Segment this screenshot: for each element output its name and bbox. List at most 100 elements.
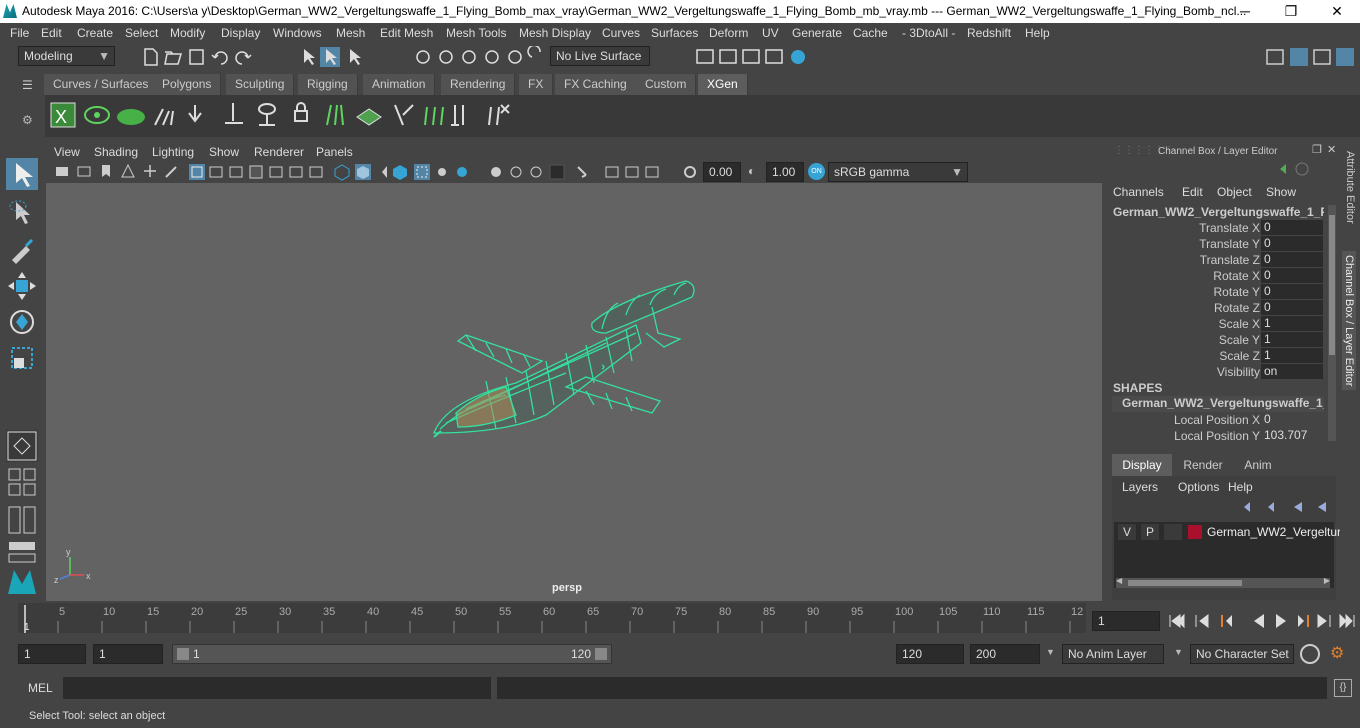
channel-visibility[interactable]: Visibility on (1106, 364, 1326, 380)
color-management-toggle-icon[interactable]: ON (808, 163, 825, 180)
channel-value[interactable]: 0 (1261, 300, 1323, 315)
script-editor-icon[interactable]: {} (1334, 679, 1352, 697)
character-set-dropdown[interactable]: No Character Set (1190, 644, 1294, 664)
minimize-button[interactable]: ─ (1222, 0, 1268, 23)
menu-create[interactable]: Create (77, 26, 113, 40)
chevron-down-icon[interactable]: ▼ (1174, 647, 1183, 657)
menu-windows[interactable]: Windows (273, 26, 322, 40)
gamma-icon[interactable]: ◐ (748, 164, 755, 178)
menu-uv[interactable]: UV (762, 26, 779, 40)
layer-menu-layers[interactable]: Layers (1122, 480, 1158, 494)
panel-menu-shading[interactable]: Shading (94, 145, 138, 159)
menu-select[interactable]: Select (125, 26, 158, 40)
playback-range-bar[interactable]: 1 120 (172, 644, 612, 664)
tab-fx[interactable]: FX (519, 74, 554, 95)
panel-menu-panels[interactable]: Panels (316, 145, 353, 159)
move-tool[interactable] (6, 270, 38, 302)
channel-value[interactable]: 1 (1261, 332, 1323, 347)
exposure-field[interactable]: 0.00 (703, 162, 741, 182)
menu-3dtoall[interactable]: - 3DtoAll - (902, 26, 955, 40)
tab-xgen[interactable]: XGen (698, 74, 748, 95)
menu-edit[interactable]: Edit (41, 26, 62, 40)
render-tools-group[interactable] (694, 46, 814, 68)
tab-sculpting[interactable]: Sculpting (226, 74, 295, 95)
mel-label[interactable]: MEL (28, 681, 53, 695)
playback-controls[interactable] (1166, 611, 1360, 631)
paint-select-tool[interactable] (6, 234, 38, 266)
layer-hscrollbar-thumb[interactable] (1128, 580, 1242, 586)
workspace-toggles[interactable] (1264, 46, 1360, 68)
menu-file[interactable]: File (10, 26, 29, 40)
tab-rendering[interactable]: Rendering (441, 74, 516, 95)
channel-value[interactable]: 1 (1261, 316, 1323, 331)
layer-hscrollbar[interactable]: ◀ ▶ (1116, 576, 1330, 588)
scroll-right-icon[interactable]: ▶ (1324, 576, 1330, 585)
side-tab-channel-box[interactable]: Channel Box / Layer Editor (1342, 251, 1356, 391)
animation-start-field[interactable]: 1 (18, 644, 86, 664)
3d-viewport[interactable]: y x z persp (46, 183, 1102, 601)
channel-value[interactable]: 1 (1261, 348, 1323, 363)
channel-value[interactable]: 0 (1261, 236, 1323, 251)
channel-value[interactable]: on (1261, 364, 1323, 379)
object-name[interactable]: German_WW2_Vergeltungswaffe_1_Fl... (1108, 203, 1324, 221)
panel-menu-show[interactable]: Show (209, 145, 239, 159)
channel-local-position-y[interactable]: Local Position Y 103.707 (1106, 428, 1326, 444)
layer-tab-display[interactable]: Display (1112, 454, 1172, 476)
menu-deform[interactable]: Deform (709, 26, 748, 40)
menu-display[interactable]: Display (221, 26, 260, 40)
menu-edit-mesh[interactable]: Edit Mesh (380, 26, 433, 40)
selection-mask-group[interactable] (296, 46, 370, 68)
layer-row[interactable]: V P German_WW2_Vergeltur (1114, 522, 1341, 542)
menu-mesh-tools[interactable]: Mesh Tools (446, 26, 506, 40)
layer-tab-anim[interactable]: Anim (1232, 454, 1284, 476)
channel-rotate-y[interactable]: Rotate Y0 (1106, 284, 1326, 300)
auto-key-icon[interactable] (1300, 644, 1320, 664)
menu-surfaces[interactable]: Surfaces (651, 26, 698, 40)
channel-value[interactable]: 0 (1261, 268, 1323, 283)
mel-input[interactable] (63, 677, 491, 699)
tab-fx-caching[interactable]: FX Caching (555, 74, 637, 95)
maximize-button[interactable]: ❐ (1268, 0, 1314, 23)
layer-name[interactable]: German_WW2_Vergeltur (1207, 525, 1341, 539)
layer-visibility-toggle[interactable]: V (1118, 524, 1136, 540)
layer-tab-render[interactable]: Render (1176, 454, 1230, 476)
anim-layer-dropdown[interactable]: No Anim Layer (1062, 644, 1164, 664)
current-frame-field[interactable]: 1 (1092, 611, 1160, 631)
scroll-left-icon[interactable]: ◀ (1116, 576, 1122, 585)
menu-modify[interactable]: Modify (170, 26, 205, 40)
scale-tool[interactable] (6, 342, 38, 374)
channel-scale-x[interactable]: Scale X1 (1106, 316, 1326, 332)
menuset-dropdown[interactable]: Modeling ▼ (18, 46, 115, 66)
layer-color-swatch[interactable] (1188, 525, 1202, 539)
close-panel-icon[interactable]: ✕ (1327, 143, 1336, 156)
channel-menu-object[interactable]: Object (1217, 185, 1252, 199)
shape-name[interactable]: German_WW2_Vergeltungswaffe_1_... (1112, 396, 1324, 412)
chevron-down-icon[interactable]: ▼ (1046, 647, 1055, 657)
xgen-shelf-icons[interactable]: X (45, 95, 525, 137)
shelf-menu-icon[interactable]: ☰ (22, 78, 33, 92)
menu-curves[interactable]: Curves (602, 26, 640, 40)
layer-action-icons[interactable] (1238, 500, 1334, 514)
layer-menu-help[interactable]: Help (1228, 480, 1253, 494)
tab-custom[interactable]: Custom (636, 74, 697, 95)
rotate-tool[interactable] (6, 306, 38, 338)
menu-generate[interactable]: Generate (792, 26, 842, 40)
menu-cache[interactable]: Cache (853, 26, 888, 40)
layer-menu-options[interactable]: Options (1178, 480, 1219, 494)
snap-tools-group[interactable] (412, 46, 552, 68)
channel-local-position-x[interactable]: Local Position X0 (1106, 412, 1326, 428)
range-end-handle[interactable] (595, 648, 607, 660)
menu-mesh[interactable]: Mesh (336, 26, 365, 40)
channel-value[interactable]: 0 (1261, 284, 1323, 299)
channel-translate-x[interactable]: Translate X0 (1106, 220, 1326, 236)
channel-translate-y[interactable]: Translate Y0 (1106, 236, 1326, 252)
channel-value[interactable]: 0 (1261, 252, 1323, 267)
float-panel-icon[interactable]: ❐ (1312, 143, 1322, 156)
channel-value[interactable]: 0 (1261, 220, 1323, 235)
tab-animation[interactable]: Animation (363, 74, 436, 95)
timeline-ruler[interactable]: 1 5 10 15 20 25 30 35 40 45 50 55 60 65 … (18, 603, 1086, 637)
live-surface-field[interactable]: No Live Surface (550, 46, 650, 66)
panel-menu-lighting[interactable]: Lighting (152, 145, 194, 159)
playback-start-field[interactable]: 1 (93, 644, 163, 664)
tab-polygons[interactable]: Polygons (153, 74, 222, 95)
